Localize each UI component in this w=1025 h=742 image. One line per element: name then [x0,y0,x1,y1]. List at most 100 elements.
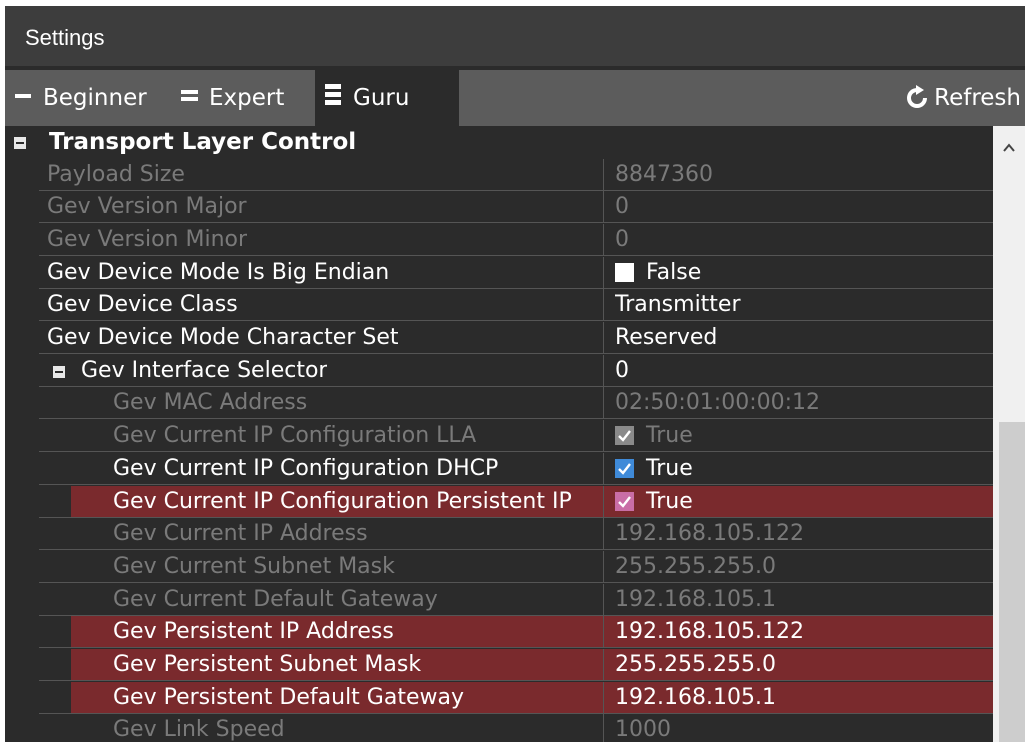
column-divider [603,714,604,742]
property-value-text: 192.168.105.1 [615,684,776,710]
property-value-text: 0 [615,194,629,220]
property-row[interactable]: Gev Current IP Configuration DHCP True [5,452,993,485]
property-name: Gev Current IP Configuration Persistent … [113,488,572,514]
column-divider [603,322,604,354]
property-name: Gev Persistent Subnet Mask [113,652,422,677]
column-divider [603,649,604,681]
property-value[interactable]: True [615,453,693,485]
property-value-text: 0 [615,357,629,383]
property-value[interactable]: 192.168.105.122 [615,616,804,648]
property-row[interactable]: Gev Device Mode Character Set Reserved [5,322,993,354]
checkbox-checked[interactable] [615,458,634,478]
column-divider [603,191,604,224]
refresh-label: Refresh [934,85,1021,111]
scrollbar-thumb[interactable] [999,422,1025,742]
property-value-text: 192.168.105.1 [615,586,776,612]
property-value[interactable]: True [615,486,693,518]
property-name: Gev Link Speed [113,717,285,742]
refresh-icon [907,85,928,108]
expert-button[interactable]: Expert [181,70,284,126]
expert-label: Expert [209,85,285,111]
property-name: Gev Device Class [47,292,238,318]
chevron-up-icon [1003,143,1015,152]
column-divider [603,485,604,518]
checkbox-checked [615,426,634,446]
property-value-text: 192.168.105.122 [615,619,804,645]
guru-button[interactable]: Guru [315,70,459,126]
property-value[interactable]: 192.168.105.1 [615,682,776,714]
property-name: Gev Current IP Configuration LLA [113,423,477,449]
property-value[interactable]: False [615,257,701,289]
property-row: Payload Size 8847360 [5,158,993,191]
checkbox-unchecked[interactable] [615,262,634,282]
property-value-text: 8847360 [615,161,713,187]
column-divider [603,158,604,191]
property-value-text: 0 [615,226,629,252]
property-value[interactable]: 0 [615,355,629,387]
property-row[interactable]: Gev Device Class Transmitter [5,289,993,322]
column-divider [603,452,604,485]
property-row: Gev Current Default Gateway 192.168.105.1 [5,583,993,616]
column-divider [603,616,604,649]
guru-label: Guru [353,85,410,111]
property-row: Gev Link Speed 1000 [5,714,993,742]
property-value-text: True [646,455,693,481]
property-row[interactable]: Gev Persistent IP Address 192.168.105.122 [5,616,993,649]
property-value-text: 255.255.255.0 [615,553,776,579]
property-name: Gev Version Minor [47,226,248,252]
property-value-text: 1000 [615,717,671,742]
property-name: Gev Current IP Configuration DHCP [113,455,499,481]
property-row: Gev Current Subnet Mask 255.255.255.0 [5,550,993,583]
column-divider [603,256,604,289]
property-row[interactable]: Gev Persistent Subnet Mask 255.255.255.0 [5,649,993,681]
column-divider [603,420,604,453]
column-divider [603,550,604,583]
property-row[interactable]: Gev Device Mode Is Big Endian False [5,256,993,289]
property-value-text: False [646,259,702,285]
property-value-text: Transmitter [615,292,741,318]
property-row[interactable]: Gev Persistent Default Gateway 192.168.10… [5,681,993,714]
property-value-text: 192.168.105.122 [615,521,804,547]
property-row: Gev Current IP Configuration LLA True [5,420,993,453]
property-value: 8847360 [615,159,713,191]
column-divider [603,387,604,420]
column-divider [603,354,604,387]
property-name: Gev Device Mode Is Big Endian [47,259,390,285]
double-bar-icon [181,85,199,111]
single-bar-icon [15,85,33,111]
category-row[interactable]: Transport Layer Control [5,126,993,158]
collapse-icon[interactable] [14,137,26,149]
property-row[interactable]: Gev Current IP Configuration Persistent … [5,485,993,518]
property-row: Gev Version Minor 0 [5,223,993,256]
checkbox-checked[interactable] [615,491,634,511]
property-value[interactable]: Transmitter [615,289,741,321]
property-value[interactable]: 255.255.255.0 [615,649,776,681]
window-title: Settings [5,6,1025,66]
vertical-scrollbar[interactable] [993,126,1025,742]
visibility-toolbar: Beginner Expert Guru Refresh [5,70,1025,126]
collapse-icon[interactable] [53,365,65,378]
column-divider [603,583,604,616]
property-row: Gev Current IP Address 192.168.105.122 [5,518,993,551]
property-value: 1000 [615,714,671,742]
property-name: Gev Version Major [47,194,247,220]
property-value: 0 [615,224,629,256]
property-value-text: 02:50:01:00:00:12 [615,390,821,416]
group-row[interactable]: Gev Interface Selector 0 [5,354,993,387]
refresh-button[interactable]: Refresh [904,70,1021,126]
scroll-up-button[interactable] [993,126,1025,166]
category-name: Transport Layer Control [49,129,357,155]
property-name: Gev Device Mode Character Set [47,325,399,350]
column-divider [603,681,604,714]
property-value: 192.168.105.122 [615,518,804,550]
property-value: True [615,420,693,452]
property-grid: Transport Layer Control Payload Size 8847… [5,126,993,742]
property-name: Gev Persistent Default Gateway [113,684,464,710]
property-value[interactable]: Reserved [615,322,717,354]
property-name: Gev MAC Address [113,390,308,416]
property-value: 255.255.255.0 [615,551,776,583]
property-row: Gev MAC Address 02:50:01:00:00:12 [5,387,993,420]
property-value: 02:50:01:00:00:12 [615,387,820,419]
property-value: 0 [615,191,629,223]
beginner-button[interactable]: Beginner [15,70,147,126]
